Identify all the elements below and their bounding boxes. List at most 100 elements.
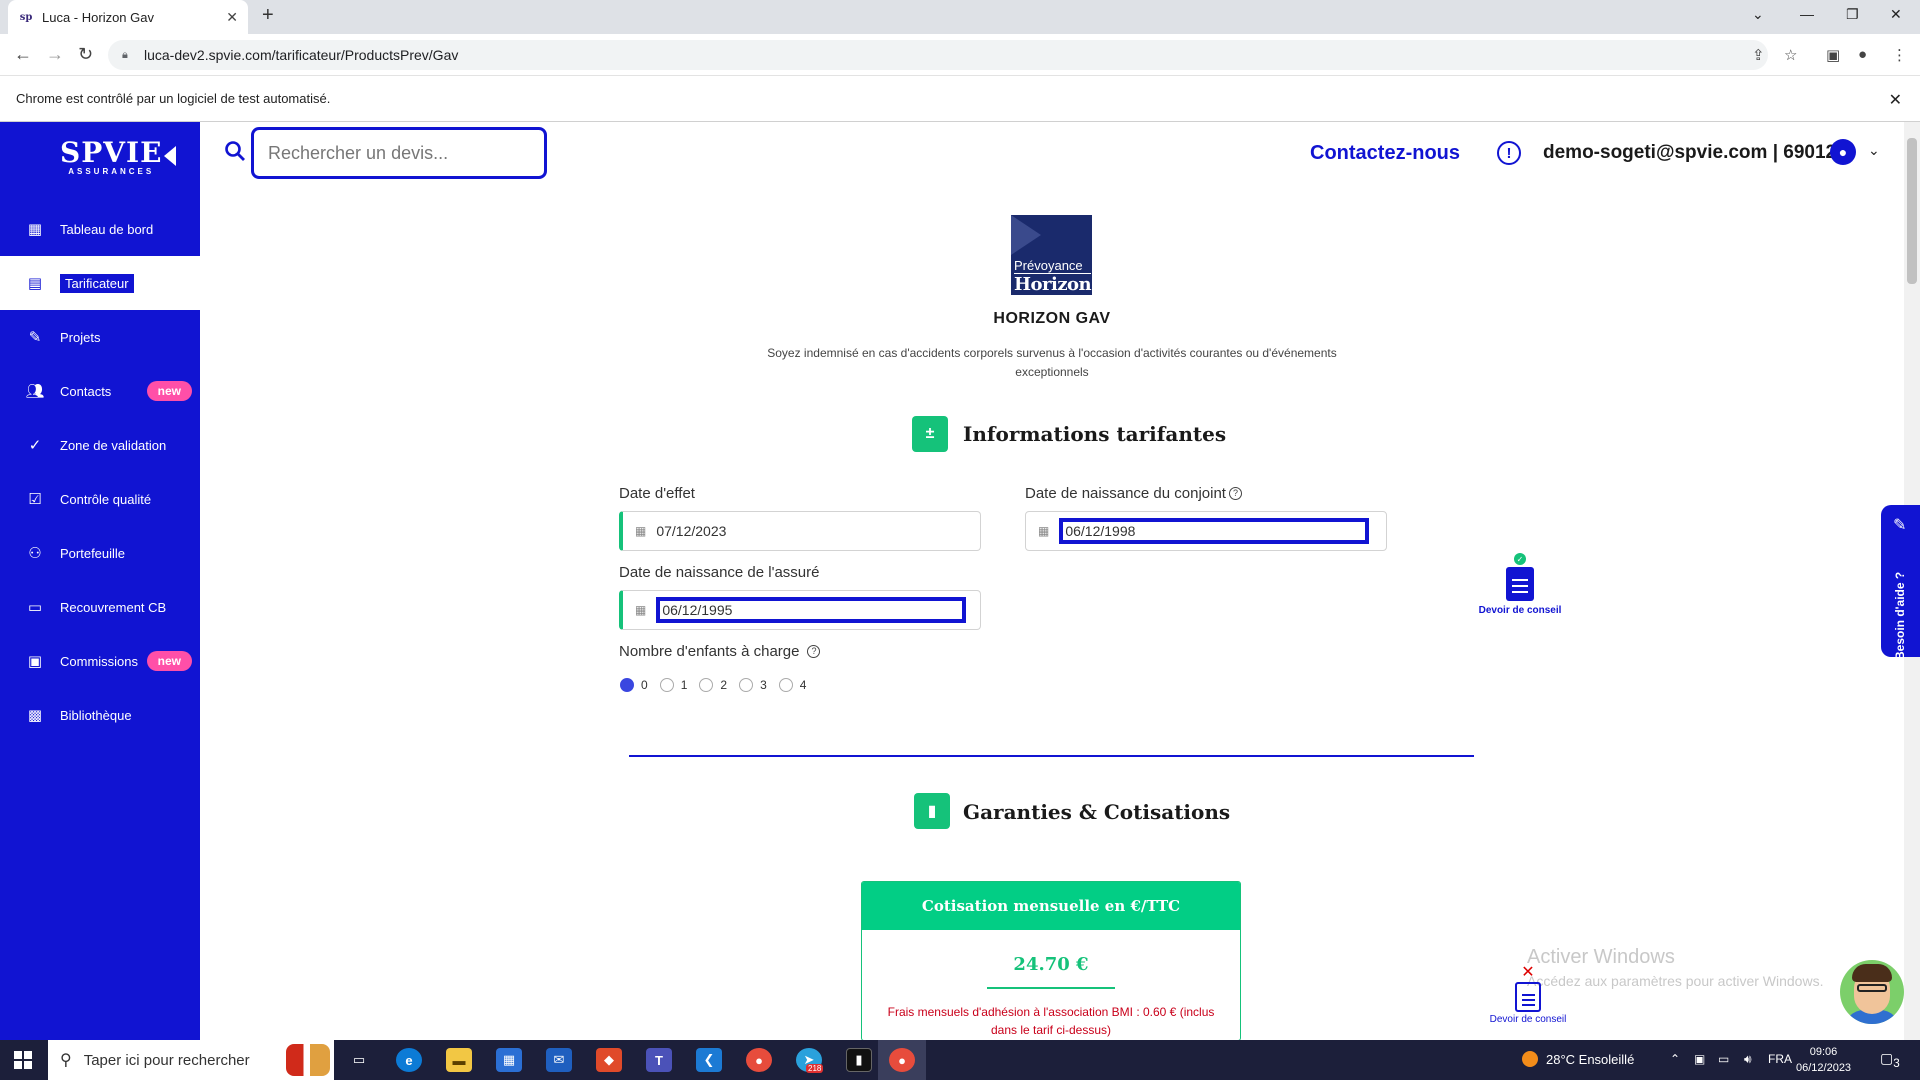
mail-icon[interactable]: ✉ — [546, 1048, 572, 1072]
teams-icon[interactable]: T — [646, 1048, 672, 1072]
product-logo: Prévoyance Horizon — [1011, 215, 1092, 295]
checklist-icon: ☑ — [28, 491, 42, 508]
spvie-logo[interactable]: SPVIE ASSURANCES — [60, 136, 162, 176]
people-icon: 👥︎ — [25, 383, 45, 400]
scrollbar-thumb[interactable] — [1907, 138, 1917, 284]
clock[interactable]: 09:06 06/12/2023 — [1796, 1044, 1851, 1076]
sidebar-item-tarificateur[interactable]: ▤ Tarificateur — [0, 256, 200, 310]
calculator-icon: ± — [912, 416, 948, 452]
meet-now-icon[interactable]: ▣ — [1694, 1052, 1705, 1066]
logo-main-text: SPVIE — [60, 136, 163, 169]
chrome-active-icon[interactable]: ● — [889, 1048, 915, 1072]
forward-icon[interactable]: → — [46, 44, 64, 65]
network-icon[interactable]: ▭ — [1718, 1052, 1729, 1066]
user-info[interactable]: demo-sogeti@spvie.com | 69012 — [1543, 142, 1836, 164]
sidebar-item-recouvrement-cb[interactable]: ▭ Recouvrement CB — [0, 580, 200, 634]
close-icon[interactable]: ✕ — [1486, 962, 1570, 982]
devoir-conseil-button[interactable]: ✓ Devoir de conseil — [1475, 553, 1565, 616]
contact-link[interactable]: Contactez-nous — [1310, 142, 1460, 165]
search-placeholder: Rechercher un devis... — [268, 142, 449, 163]
terminal-icon[interactable]: ▮ — [846, 1048, 872, 1072]
check-icon: ✓ — [28, 437, 42, 454]
group-icon: ⚇ — [28, 545, 42, 562]
naissance-conjoint-field[interactable]: ▦ 06/12/1998 — [1025, 511, 1387, 551]
naissance-conjoint-value: 06/12/1998 — [1059, 518, 1370, 544]
side-panel-icon[interactable]: ▣ — [1826, 46, 1840, 64]
sidebar-item-portefeuille[interactable]: ⚇ Portefeuille — [0, 526, 200, 580]
url-field[interactable]: 🔒︎ luca-dev2.spvie.com/tarificateur/Prod… — [108, 40, 1768, 70]
user-avatar-icon[interactable]: ● — [1830, 139, 1856, 165]
clock-time: 09:06 — [1809, 1046, 1838, 1058]
bookmark-star-icon[interactable]: ☆ — [1784, 46, 1797, 64]
close-infobar-icon[interactable]: ✕ — [1889, 90, 1902, 110]
help-tab[interactable]: ✎ Besoin d'aide ? — [1881, 505, 1920, 660]
calendar-icon: ▦ — [635, 603, 647, 617]
sun-icon — [1522, 1051, 1538, 1067]
sidebar-item-zone-de-validation[interactable]: ✓ Zone de validation — [0, 418, 200, 472]
radio-enfants-2[interactable] — [699, 678, 714, 692]
address-bar: ← → ↻ 🔒︎ luca-dev2.spvie.com/tarificateu… — [0, 34, 1920, 76]
help-icon[interactable]: ? — [1228, 487, 1242, 500]
alert-icon[interactable]: ! — [1497, 141, 1521, 165]
new-tab-icon[interactable]: + — [262, 4, 274, 27]
vscode-icon[interactable]: ❮ — [696, 1048, 722, 1072]
cotisation-header: Cotisation mensuelle en €/TTC — [862, 882, 1240, 930]
browser-tab[interactable]: sp Luca - Horizon Gav ✕ — [8, 0, 248, 34]
browser-tabbar: sp Luca - Horizon Gav ✕ + ⌄ — ❐ ✕ — [0, 0, 1920, 34]
bar-chart-icon: ▮ — [914, 793, 950, 829]
pen-icon: ✎ — [1893, 517, 1907, 534]
radio-label: 0 — [641, 678, 648, 692]
date-effet-field[interactable]: ▦ 07/12/2023 — [619, 511, 981, 551]
minimize-icon[interactable]: — — [1800, 6, 1814, 22]
notification-center-icon[interactable]: ▢3 — [1880, 1050, 1900, 1070]
radio-enfants-0[interactable] — [620, 678, 634, 692]
chevron-down-icon[interactable]: ⌄ — [1868, 142, 1880, 159]
search-highlight-icon — [286, 1044, 330, 1076]
volume-icon[interactable]: 🔊︎ — [1744, 1052, 1752, 1067]
sidebar-item-bibliotheque[interactable]: ▩ Bibliothèque — [0, 688, 200, 742]
edge-icon[interactable]: e — [396, 1048, 422, 1072]
windows-start-icon[interactable] — [14, 1051, 32, 1069]
product-title: HORIZON GAV — [993, 310, 1111, 327]
avatar-hair — [1852, 964, 1892, 982]
radio-enfants-1[interactable] — [659, 678, 674, 692]
git-icon[interactable]: ◆ — [596, 1048, 622, 1072]
chrome-menu-icon[interactable]: ⋮ — [1892, 46, 1907, 64]
sidebar-item-tableau-de-bord[interactable]: ▦ Tableau de bord — [0, 202, 200, 256]
chrome-icon[interactable]: ● — [746, 1048, 772, 1072]
naissance-conjoint-label: Date de naissance du conjoint? — [1025, 485, 1242, 502]
sidebar-item-label: Contrôle qualité — [60, 491, 152, 507]
sidebar-item-commissions[interactable]: ▣ Commissions new — [0, 634, 200, 688]
store-icon[interactable]: ▦ — [496, 1048, 522, 1072]
radio-enfants-4[interactable] — [778, 678, 793, 692]
search-devis-input[interactable]: Rechercher un devis... — [251, 127, 547, 179]
radio-label: 1 — [680, 678, 688, 692]
tab-search-icon[interactable]: ⌄ — [1752, 6, 1764, 23]
logo-triangle — [1011, 215, 1041, 255]
sidebar-item-controle-qualite[interactable]: ☑ Contrôle qualité — [0, 472, 200, 526]
profile-icon[interactable]: ● — [1858, 46, 1867, 63]
back-icon[interactable]: ← — [14, 44, 32, 65]
search-icon[interactable] — [224, 140, 246, 168]
radio-enfants-3[interactable] — [739, 678, 754, 692]
share-icon[interactable]: ⇪ — [1752, 46, 1765, 64]
language-indicator[interactable]: FRA — [1768, 1052, 1792, 1066]
weather-widget[interactable]: 28°C Ensoleillé — [1522, 1051, 1634, 1067]
tray-chevron-up-icon[interactable]: ⌃ — [1670, 1052, 1680, 1066]
taskbar-search[interactable]: ⚲ Taper ici pour rechercher — [48, 1040, 334, 1080]
devoir-conseil-label: Devoir de conseil — [1489, 1014, 1567, 1025]
task-view-icon[interactable]: ▭ — [346, 1048, 372, 1072]
close-tab-icon[interactable]: ✕ — [226, 9, 238, 26]
maximize-icon[interactable]: ❐ — [1846, 6, 1859, 23]
file-explorer-icon[interactable]: ▬ — [446, 1048, 472, 1072]
date-effet-label: Date d'effet — [619, 485, 695, 502]
chat-assistant-avatar[interactable] — [1840, 960, 1904, 1024]
collapse-sidebar-icon[interactable] — [164, 146, 176, 166]
reload-icon[interactable]: ↻ — [78, 44, 93, 65]
devoir-conseil-floating[interactable]: ✕ Devoir de conseil — [1486, 962, 1570, 1025]
close-window-icon[interactable]: ✕ — [1890, 6, 1902, 23]
help-icon[interactable]: ? — [807, 645, 821, 658]
naissance-assure-field[interactable]: ▦ 06/12/1995 — [619, 590, 981, 630]
new-badge: new — [146, 651, 192, 671]
sidebar-item-contacts[interactable]: 👥︎ Contacts new — [0, 364, 200, 418]
